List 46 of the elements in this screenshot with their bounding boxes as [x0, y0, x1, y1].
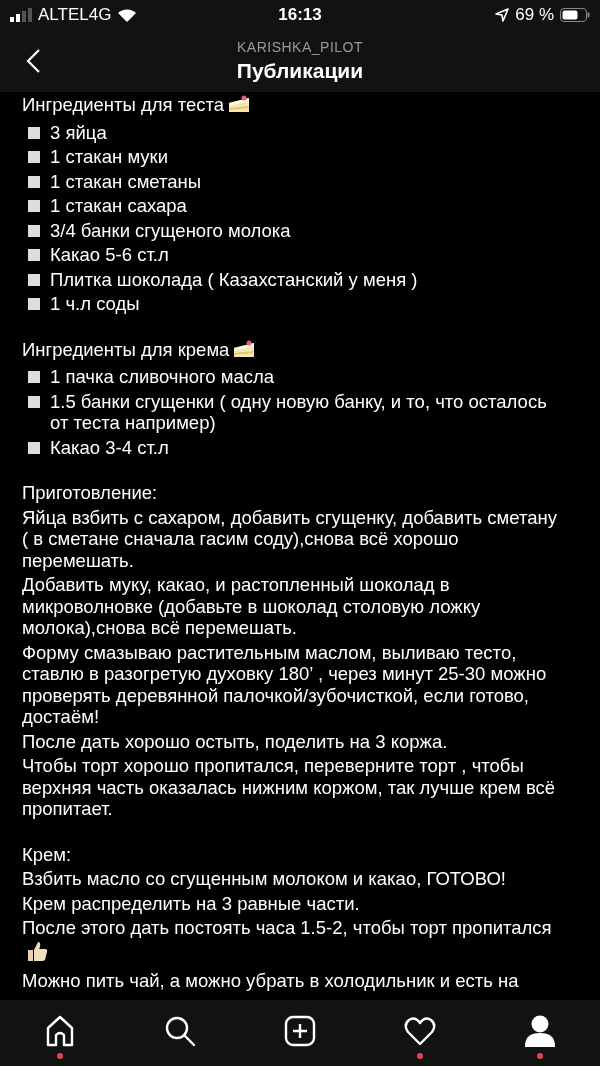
- wifi-icon: [117, 7, 138, 23]
- bullet-icon: [28, 441, 40, 454]
- bullet-icon: [28, 151, 40, 163]
- paragraph: Взбить масло со сгущенным молоком и какао, ГОТОВО!: [22, 868, 507, 890]
- bullet-icon: [28, 249, 40, 261]
- section-heading: Ингредиенты для крема: [22, 338, 566, 363]
- list-item: 1 стакан муки: [50, 146, 169, 168]
- battery-icon: [560, 8, 590, 22]
- status-time: 16:13: [278, 5, 322, 25]
- list-item: 1 стакан сметаны: [50, 170, 203, 192]
- list-item: 1 пачка сливочного масла: [50, 366, 276, 388]
- cake-slice-icon: [232, 338, 257, 359]
- carrier-name: ALTEL4G: [38, 5, 112, 25]
- paragraph: Добавить муку, какао, и растопленный шоколад в микроволновке (добавьте в шоколад столовую ложку молока),снова всё перемешать.: [22, 574, 482, 639]
- section-heading: Крем:: [22, 843, 73, 865]
- list-item: 1 стакан сахара: [50, 195, 188, 217]
- list-item: 3 яйца: [50, 121, 108, 143]
- bullet-icon: [28, 175, 40, 188]
- bullet-icon: [28, 395, 40, 408]
- paragraph: Чтобы торт хорошо пропитался, переверните торт , чтобы верхняя часть оказалась нижним коржом, так лучше крем всё пропитает.: [22, 755, 557, 820]
- paragraph: После этого дать постоять часа 1.5-2, чтобы торт пропитался: [22, 917, 566, 967]
- paragraph: Крем распределить на 3 равные части.: [22, 892, 361, 914]
- paragraph: После дать хорошо остыть, поделить на 3 коржа.: [22, 730, 449, 752]
- bullet-icon: [28, 224, 40, 237]
- bullet-icon: [28, 200, 40, 212]
- paragraph: Форму смазываю растительным маслом, выливаю тесто, ставлю в разогретую духовку 180’ , через минут 25-30 можно проверять деревянной палочкой/зубочисткой, если готово, достаём!: [22, 641, 548, 728]
- location-arrow-icon: [495, 8, 510, 22]
- list-item: Какао 3-4 ст.л: [50, 436, 170, 458]
- section-heading: Приготовление:: [22, 482, 159, 504]
- bullet-icon: [28, 273, 40, 286]
- page-title: Публикации: [236, 59, 364, 83]
- bullet-icon: [28, 298, 40, 310]
- list-item: 3/4 банки сгущеного молока: [50, 219, 292, 241]
- bullet-icon: [28, 371, 40, 383]
- list-item: 1 ч.л соды: [50, 293, 141, 315]
- battery-percent: 69 %: [515, 5, 554, 25]
- section-heading: Ингредиенты для теста: [22, 94, 566, 119]
- paragraph: Яйца взбить с сахаром, добавить сгущенку, добавить сметану ( в сметане сначала гасим соду),снова всё хорошо перемешать.: [22, 506, 558, 571]
- signal-icon: [10, 8, 32, 22]
- paragraph: Можно пить чай, а можно убрать в холодильник и есть на: [22, 970, 520, 992]
- list-item: Плитка шоколада ( Казахстанский у меня ): [50, 268, 419, 290]
- list-item: Какао 5-6 ст.л: [50, 244, 170, 266]
- username: KARISHKA_PILOT: [236, 39, 363, 55]
- list-item: 1.5 банки сгущенки ( одну новую банку, и то, что осталось от теста например): [50, 390, 548, 434]
- cake-slice-icon: [227, 94, 252, 114]
- bullet-icon: [28, 126, 40, 139]
